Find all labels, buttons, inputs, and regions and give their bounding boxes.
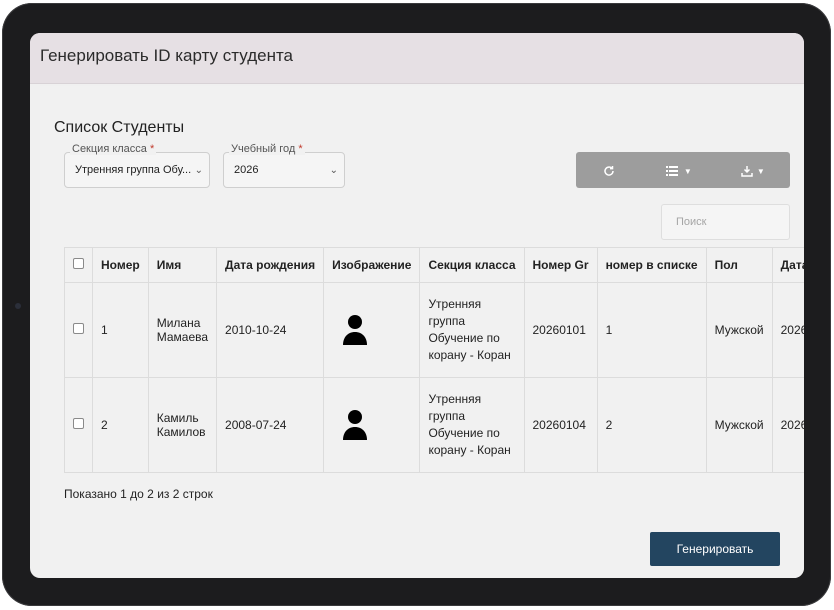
year-field: 2026 ⌄ Учебный год * bbox=[223, 143, 345, 188]
refresh-button[interactable] bbox=[576, 152, 642, 188]
header-image[interactable]: Изображение bbox=[323, 247, 421, 283]
cell-image bbox=[323, 282, 421, 378]
cell-admission: 2026-04 bbox=[771, 282, 804, 378]
app-screen: Генерировать ID карту студента Список Ст… bbox=[30, 33, 804, 578]
header-gr[interactable]: Номер Gr bbox=[523, 247, 598, 283]
header-birth[interactable]: Дата рождения bbox=[216, 247, 325, 283]
generate-button[interactable]: Генерировать bbox=[650, 532, 780, 566]
page-title: Генерировать ID карту студента bbox=[40, 46, 294, 65]
cell-admission: 2026-04 bbox=[771, 377, 804, 473]
header-name[interactable]: Имя bbox=[147, 247, 218, 283]
refresh-icon bbox=[604, 165, 614, 176]
caret-down-icon: ▼ bbox=[756, 167, 765, 176]
export-button[interactable]: ▼ bbox=[716, 152, 790, 188]
table-row: 1 Милана Мамаева 2010-10-24 Утренняя гру… bbox=[64, 282, 804, 378]
cell-name: Милана Мамаева bbox=[147, 282, 218, 378]
cell-birth: 2008-07-24 bbox=[216, 377, 325, 473]
page-header: Генерировать ID карту студента bbox=[30, 33, 804, 84]
search-placeholder: Поиск bbox=[676, 216, 707, 228]
columns-button[interactable]: ▼ bbox=[642, 152, 716, 188]
pagination-info: Показано 1 до 2 из 2 строк bbox=[64, 487, 213, 501]
chevron-down-icon: ⌄ bbox=[329, 165, 338, 176]
row-checkbox[interactable] bbox=[73, 418, 84, 429]
cell-gender: Мужской bbox=[705, 377, 773, 473]
row-checkbox[interactable] bbox=[73, 323, 84, 334]
person-avatar-icon bbox=[343, 314, 368, 345]
section-select[interactable]: Утренняя группа Обу... ⌄ bbox=[64, 152, 210, 188]
cell-section: Утренняя группа Обучение по корану - Кор… bbox=[419, 377, 525, 473]
cell-roll: 1 bbox=[596, 282, 707, 378]
cell-gr: 20260101 bbox=[523, 282, 598, 378]
cell-birth: 2010-10-24 bbox=[216, 282, 325, 378]
cell-name: Камиль Камилов bbox=[147, 377, 218, 473]
chevron-down-icon: ⌄ bbox=[194, 165, 203, 176]
header-gender[interactable]: Пол bbox=[705, 247, 773, 283]
students-table: Номер Имя Дата рождения Изображение Секц… bbox=[64, 247, 804, 473]
row-checkbox-cell bbox=[64, 377, 93, 473]
cell-roll: 2 bbox=[596, 377, 707, 473]
camera-dot bbox=[15, 303, 21, 309]
year-label: Учебный год * bbox=[229, 143, 305, 155]
header-section[interactable]: Секция класса bbox=[419, 247, 525, 283]
section-field: Утренняя группа Обу... ⌄ Секция класса * bbox=[64, 143, 210, 188]
cell-gender: Мужской bbox=[705, 282, 773, 378]
row-checkbox-cell bbox=[64, 282, 93, 378]
header-number[interactable]: Номер bbox=[92, 247, 149, 283]
list-title: Список Студенты bbox=[54, 119, 185, 136]
download-icon bbox=[741, 165, 753, 177]
select-all-cell bbox=[64, 247, 93, 283]
table-header-row: Номер Имя Дата рождения Изображение Секц… bbox=[64, 247, 804, 283]
table-row: 2 Камиль Камилов 2008-07-24 Утренняя гру… bbox=[64, 377, 804, 473]
list-columns-icon bbox=[666, 165, 679, 176]
year-select[interactable]: 2026 ⌄ bbox=[223, 152, 345, 188]
select-all-checkbox[interactable] bbox=[73, 258, 84, 269]
person-avatar-icon bbox=[343, 409, 368, 440]
cell-number: 1 bbox=[92, 282, 149, 378]
section-select-value: Утренняя группа Обу... bbox=[75, 164, 192, 176]
cell-number: 2 bbox=[92, 377, 149, 473]
cell-gr: 20260104 bbox=[523, 377, 598, 473]
year-select-value: 2026 bbox=[234, 164, 259, 176]
header-roll[interactable]: номер в списке bbox=[596, 247, 707, 283]
table-toolbar: ▼ ▼ bbox=[576, 152, 790, 188]
caret-down-icon: ▼ bbox=[683, 167, 692, 176]
cell-image bbox=[323, 377, 421, 473]
header-admission[interactable]: Дата пос bbox=[771, 247, 804, 283]
section-label: Секция класса * bbox=[70, 143, 157, 155]
search-input[interactable]: Поиск bbox=[661, 204, 790, 240]
cell-section: Утренняя группа Обучение по корану - Кор… bbox=[419, 282, 525, 378]
